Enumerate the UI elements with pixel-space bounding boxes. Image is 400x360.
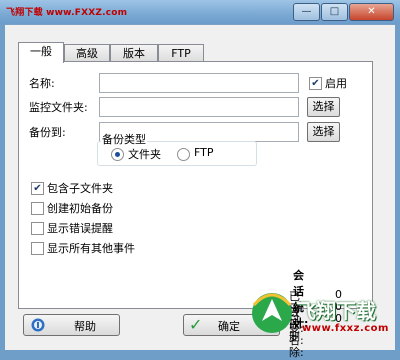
enable-label: 启用 <box>325 77 347 90</box>
general-panel: 名称: ✔ 启用 监控文件夹: 选择 备份到: 选择 备份类型 文件夹 FTP … <box>18 61 373 359</box>
create-initial-backup-label: 创建初始备份 <box>47 202 113 215</box>
close-button[interactable]: ✕ <box>349 3 394 21</box>
backup-to-select-button[interactable]: 选择 <box>307 122 340 142</box>
backup-type-title: 备份类型 <box>101 131 147 147</box>
name-label: 名称: <box>29 77 55 90</box>
help-icon <box>31 318 45 332</box>
show-error-alerts-checkbox[interactable] <box>31 222 44 235</box>
include-subfolders-label: 包含子文件夹 <box>47 182 113 195</box>
watermark-url: www.fxxz.com <box>302 323 389 334</box>
watermark-brand: 飞翔下载 <box>296 299 376 323</box>
title-bar: 飞翔下载 www.FXXZ.com — □ ✕ <box>0 0 400 24</box>
tab-version[interactable]: 版本 <box>110 44 158 62</box>
watermark-logo: 飞翔下载 www.fxxz.com <box>246 275 396 345</box>
radio-folder[interactable] <box>111 148 124 161</box>
watch-folder-input[interactable] <box>99 97 299 117</box>
watch-folder-label: 监控文件夹: <box>29 101 88 114</box>
show-all-events-label: 显示所有其他事件 <box>47 242 135 255</box>
enable-checkbox[interactable]: ✔ <box>309 77 322 90</box>
help-button[interactable]: 帮助 <box>23 314 120 336</box>
radio-ftp[interactable] <box>177 148 190 161</box>
show-all-events-checkbox[interactable] <box>31 242 44 255</box>
tab-general[interactable]: 一般 <box>18 42 64 63</box>
include-subfolders-checkbox[interactable]: ✔ <box>31 182 44 195</box>
show-error-alerts-label: 显示错误提醒 <box>47 222 113 235</box>
name-input[interactable] <box>99 73 299 93</box>
radio-folder-label: 文件夹 <box>128 148 161 161</box>
minimize-button[interactable]: — <box>293 3 320 21</box>
window-title: 飞翔下载 www.FXXZ.com <box>6 8 128 18</box>
check-icon: ✓ <box>189 315 203 334</box>
backup-to-label: 备份到: <box>29 126 66 139</box>
maximize-button[interactable]: □ <box>321 3 348 21</box>
tab-ftp[interactable]: FTP <box>158 44 204 62</box>
create-initial-backup-checkbox[interactable] <box>31 202 44 215</box>
radio-ftp-label: FTP <box>194 146 214 159</box>
watch-folder-select-button[interactable]: 选择 <box>307 97 340 117</box>
ok-label: 确定 <box>218 320 240 333</box>
tab-advanced[interactable]: 高级 <box>64 44 110 62</box>
help-label: 帮助 <box>74 320 96 333</box>
